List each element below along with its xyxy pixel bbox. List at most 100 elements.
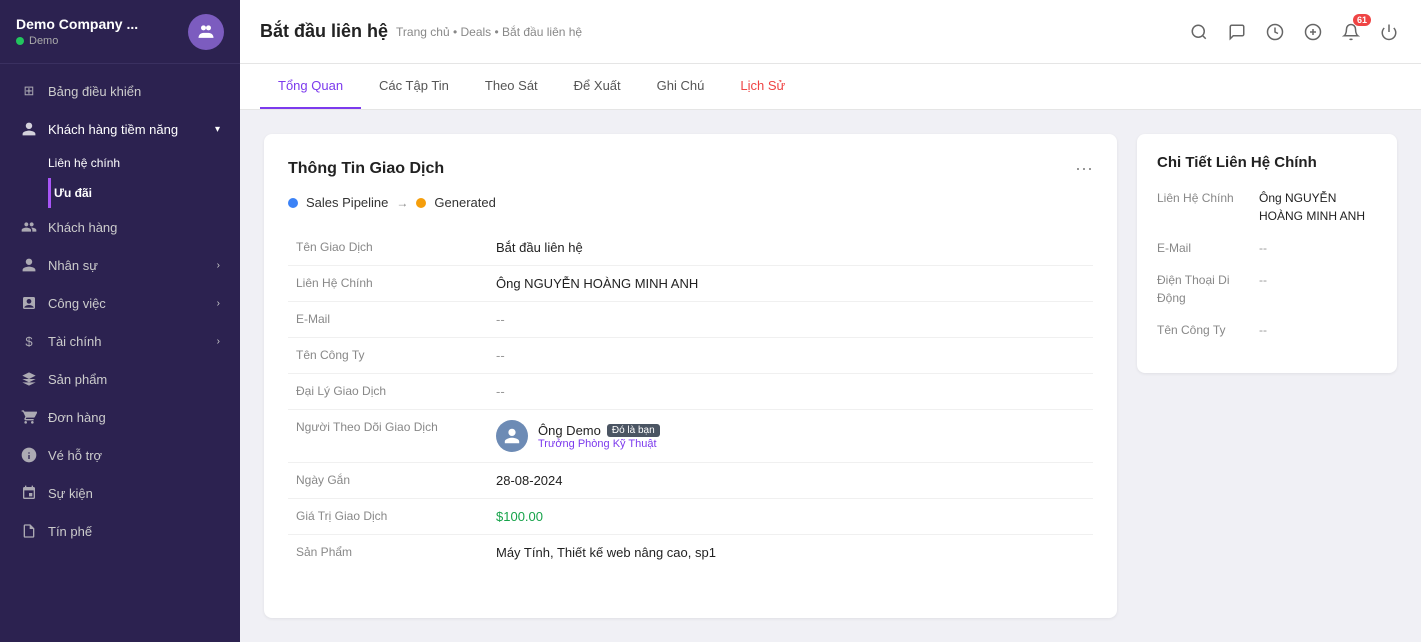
tasks-icon (20, 294, 38, 312)
rp-field-value: -- (1259, 239, 1267, 257)
sidebar-header-text: Demo Company ... Demo (16, 16, 138, 47)
right-panel-title: Chi Tiết Liên Hệ Chính (1157, 154, 1377, 171)
follower-row: Ông Demo Đó là bạn Trưởng Phòng Kỹ Thuật (496, 420, 1085, 452)
follower-title: Trưởng Phòng Kỹ Thuật (538, 438, 660, 450)
sidebar-item-tasks[interactable]: Công việc › (0, 284, 240, 322)
sidebar-sub-item-deals[interactable]: Ưu đãi (48, 178, 240, 208)
potential-customers-icon (20, 120, 38, 138)
right-panel-row: E-Mail -- (1157, 239, 1377, 257)
demo-label: Demo (29, 35, 58, 47)
rp-field-label: Liên Hệ Chính (1157, 189, 1247, 225)
sidebar-item-label: Đơn hàng (48, 410, 220, 425)
field-value: -- (488, 338, 1093, 374)
pipeline-from-dot (288, 198, 298, 208)
follower-name: Ông Demo Đó là bạn (538, 423, 660, 438)
tab-de-xuat[interactable]: Để Xuất (556, 64, 639, 109)
right-panel-row: Điện Thoại Di Động -- (1157, 271, 1377, 307)
rp-field-label: Điện Thoại Di Động (1157, 271, 1247, 307)
sidebar-item-events[interactable]: Sự kiện (0, 474, 240, 512)
pipeline-to-dot (416, 198, 426, 208)
table-row: Người Theo Dõi Giao Dịch Ông Demo Đó là … (288, 410, 1093, 463)
field-value: -- (488, 374, 1093, 410)
card-title: Thông Tin Giao Dịch (288, 160, 444, 178)
rp-field-value: -- (1259, 321, 1267, 339)
field-label: Người Theo Dõi Giao Dịch (288, 410, 488, 463)
tab-theo-sat[interactable]: Theo Sát (467, 64, 556, 109)
follower-avatar (496, 420, 528, 452)
field-label: Đại Lý Giao Dịch (288, 374, 488, 410)
field-label: Tên Giao Dịch (288, 230, 488, 266)
pipeline-to-label: Generated (434, 195, 495, 210)
topbar-left: Bắt đầu liên hệ Trang chủ • Deals • Bắt … (260, 21, 582, 42)
sidebar: Demo Company ... Demo ⊞ Bảng điều khiển … (0, 0, 240, 642)
follower-cell: Ông Demo Đó là bạn Trưởng Phòng Kỹ Thuật (488, 410, 1093, 463)
products-icon (20, 370, 38, 388)
sidebar-item-products[interactable]: Sản phẩm (0, 360, 240, 398)
sidebar-item-dashboard[interactable]: ⊞ Bảng điều khiển (0, 72, 240, 110)
company-name: Demo Company ... (16, 16, 138, 32)
pipeline-row: Sales Pipeline → Generated (288, 195, 1093, 210)
tab-lich-su[interactable]: Lịch Sử (722, 64, 803, 109)
tipsheet-icon (20, 522, 38, 540)
sidebar-item-label: Nhân sự (48, 258, 207, 273)
finance-icon: $ (20, 332, 38, 350)
tabs: Tổng Quan Các Tập Tin Theo Sát Để Xuất G… (240, 64, 1421, 110)
sidebar-item-tipsheet[interactable]: Tín phế (0, 512, 240, 550)
sidebar-sub-potential: Liên hệ chính Ưu đãi (0, 148, 240, 208)
notification-bell-wrap: 61 (1339, 20, 1363, 44)
sidebar-sub-item-contacts[interactable]: Liên hệ chính (48, 148, 240, 178)
sidebar-item-finance[interactable]: $ Tài chính › (0, 322, 240, 360)
sidebar-item-hr[interactable]: Nhân sự › (0, 246, 240, 284)
chat-icon[interactable] (1225, 20, 1249, 44)
sidebar-item-label: Bảng điều khiển (48, 84, 220, 99)
table-row: Tên Công Ty -- (288, 338, 1093, 374)
tab-tong-quan[interactable]: Tổng Quan (260, 64, 361, 109)
rp-field-value: Ông NGUYỄN HOÀNG MINH ANH (1259, 189, 1377, 225)
rp-field-label: Tên Công Ty (1157, 321, 1247, 339)
field-value: 28-08-2024 (488, 463, 1093, 499)
field-value: Bắt đầu liên hệ (488, 230, 1093, 266)
tab-cac-tap-tin[interactable]: Các Tập Tin (361, 64, 467, 109)
field-value: Máy Tính, Thiết kế web nâng cao, sp1 (488, 535, 1093, 571)
topbar-right: 61 (1187, 20, 1401, 44)
pipeline-from-label: Sales Pipeline (306, 195, 388, 210)
field-value-green: $100.00 (488, 499, 1093, 535)
add-icon[interactable] (1301, 20, 1325, 44)
field-label: Ngày Gắn (288, 463, 488, 499)
field-label: Giá Trị Giao Dịch (288, 499, 488, 535)
right-panel-row: Tên Công Ty -- (1157, 321, 1377, 339)
field-label: Liên Hệ Chính (288, 266, 488, 302)
support-icon (20, 446, 38, 464)
field-label: E-Mail (288, 302, 488, 338)
breadcrumb: Trang chủ • Deals • Bắt đầu liên hệ (396, 25, 582, 39)
sidebar-item-customers[interactable]: Khách hàng (0, 208, 240, 246)
card-header: Thông Tin Giao Dịch ··· (288, 158, 1093, 179)
table-row: Sản Phẩm Máy Tính, Thiết kế web nâng cao… (288, 535, 1093, 571)
power-icon[interactable] (1377, 20, 1401, 44)
hr-icon (20, 256, 38, 274)
dashboard-icon: ⊞ (20, 82, 38, 100)
follower-badge: Đó là bạn (607, 424, 660, 437)
sidebar-item-potential-customers[interactable]: Khách hàng tiềm năng ▾ (0, 110, 240, 148)
demo-badge: Demo (16, 35, 138, 47)
search-icon[interactable] (1187, 20, 1211, 44)
notification-count: 61 (1353, 14, 1371, 26)
sidebar-item-orders[interactable]: Đơn hàng (0, 398, 240, 436)
table-row: E-Mail -- (288, 302, 1093, 338)
deal-card: Thông Tin Giao Dịch ··· Sales Pipeline →… (264, 134, 1117, 618)
sidebar-item-support[interactable]: Vé hỗ trợ (0, 436, 240, 474)
right-panel-row: Liên Hệ Chính Ông NGUYỄN HOÀNG MINH ANH (1157, 189, 1377, 225)
clock-icon[interactable] (1263, 20, 1287, 44)
sidebar-item-label: Tín phế (48, 524, 220, 539)
chevron-right-icon: › (217, 260, 220, 271)
field-label: Sản Phẩm (288, 535, 488, 571)
sidebar-avatar (188, 14, 224, 50)
table-row: Liên Hệ Chính Ông NGUYỄN HOÀNG MINH ANH (288, 266, 1093, 302)
card-menu-icon[interactable]: ··· (1075, 158, 1093, 179)
rp-field-label: E-Mail (1157, 239, 1247, 257)
table-row: Ngày Gắn 28-08-2024 (288, 463, 1093, 499)
sidebar-item-label: Công việc (48, 296, 207, 311)
sidebar-item-label: Sản phẩm (48, 372, 220, 387)
tab-ghi-chu[interactable]: Ghi Chú (639, 64, 723, 109)
sidebar-item-label: Sự kiện (48, 486, 220, 501)
